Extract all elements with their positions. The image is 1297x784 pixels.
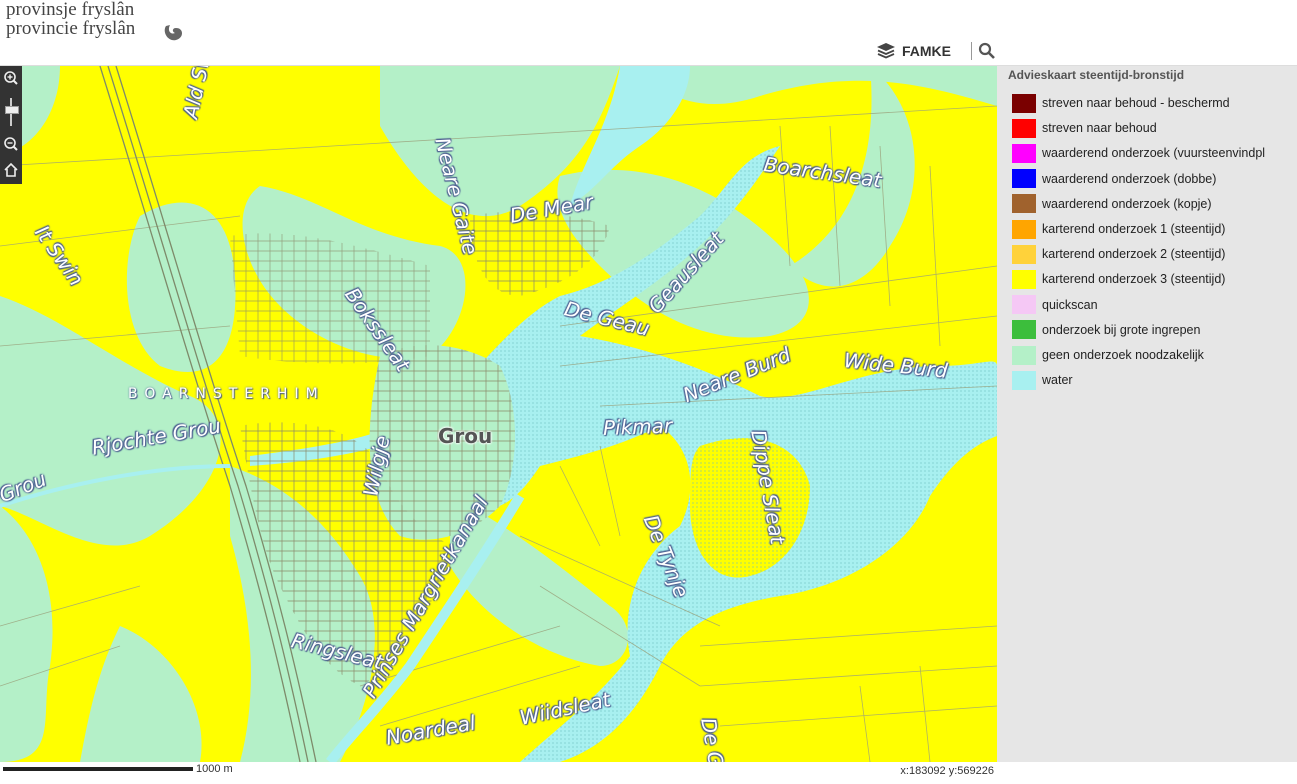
legend-swatch [1012,295,1036,315]
legend-item: water [1012,370,1073,390]
legend-item: karterend onderzoek 2 (steentijd) [1012,244,1225,264]
header: provinsje fryslân provincie fryslân FAMK… [0,0,1297,66]
legend-swatch [1012,345,1036,365]
zoom-in-icon[interactable] [3,70,19,86]
map-label-pikmar: Pikmar [602,413,673,440]
legend-swatch [1012,143,1036,163]
legend-swatch [1012,244,1036,264]
legend-panel: Advieskaart steentijd-bronstijd streven … [997,66,1297,762]
legend-swatch [1012,370,1036,390]
scale-label: 1000 m [196,763,233,775]
legend-swatch [1012,320,1036,340]
legend-swatch [1012,194,1036,214]
toolbar-divider [971,42,972,60]
legend-label: geen onderzoek noodzakelijk [1042,348,1204,362]
map-label-boarnsterhim: BOARNSTERHIM [128,386,325,402]
legend-item: geen onderzoek noodzakelijk [1012,345,1204,365]
logo-mark-icon [164,25,182,41]
legend-item: streven naar behoud [1012,118,1157,138]
legend-swatch [1012,118,1036,138]
layers-icon [877,43,895,59]
legend-label: streven naar behoud [1042,121,1157,136]
legend-item: streven naar behoud - beschermd [1012,93,1230,113]
legend-label: karterend onderzoek 3 (steentijd) [1042,272,1226,287]
legend-label: karterend onderzoek 2 (steentijd) [1042,247,1226,262]
legend-item: waarderend onderzoek (kopje) [1012,194,1212,214]
scale-bar [3,767,193,771]
legend-label: waarderend onderzoek (kopje) [1042,196,1212,211]
legend-label: onderzoek bij grote ingrepen [1042,322,1201,337]
legend-title: Advieskaart steentijd-bronstijd [1008,68,1185,82]
logo-line-dutch: provincie fryslân [6,18,136,39]
search-icon[interactable] [978,42,996,60]
legend-swatch [1012,93,1036,113]
zoom-slider-handle[interactable] [5,106,19,114]
legend-label: quickscan [1042,297,1098,312]
legend-swatch [1012,219,1036,239]
zoom-out-icon[interactable] [3,136,19,152]
coordinate-readout: x:183092 y:569226 [900,765,994,777]
logo-line-frisian: provinsje fryslân [6,0,135,20]
legend-swatch [1012,169,1036,189]
legend-label: waarderend onderzoek (dobbe) [1042,171,1217,186]
famke-button[interactable]: FAMKE [876,42,951,60]
legend-item: waarderend onderzoek (vuursteenvindpl [1012,143,1265,163]
legend-item: quickscan [1012,295,1098,315]
legend-label: water [1042,373,1073,388]
province-logo[interactable]: provinsje fryslân provincie fryslân [6,0,135,38]
famke-label: FAMKE [902,43,951,59]
legend-item: karterend onderzoek 3 (steentijd) [1012,269,1225,289]
legend-item: karterend onderzoek 1 (steentijd) [1012,219,1225,239]
legend-label: streven naar behoud - beschermd [1042,96,1230,110]
map-canvas[interactable]: Ald Swin Neare Gaite Boarchsleat De Mear… [0,66,997,762]
legend-item: onderzoek bij grote ingrepen [1012,320,1200,340]
map-zoom-control [0,66,22,184]
map-label-grou-town: Grou [438,424,493,448]
home-icon[interactable] [3,162,19,178]
legend-label: karterend onderzoek 1 (steentijd) [1042,222,1226,236]
footer: 1000 m x:183092 y:569226 [0,762,1297,784]
legend-label: waarderend onderzoek (vuursteenvindpl [1042,146,1266,161]
legend-item: waarderend onderzoek (dobbe) [1012,169,1216,189]
legend-swatch [1012,269,1036,289]
